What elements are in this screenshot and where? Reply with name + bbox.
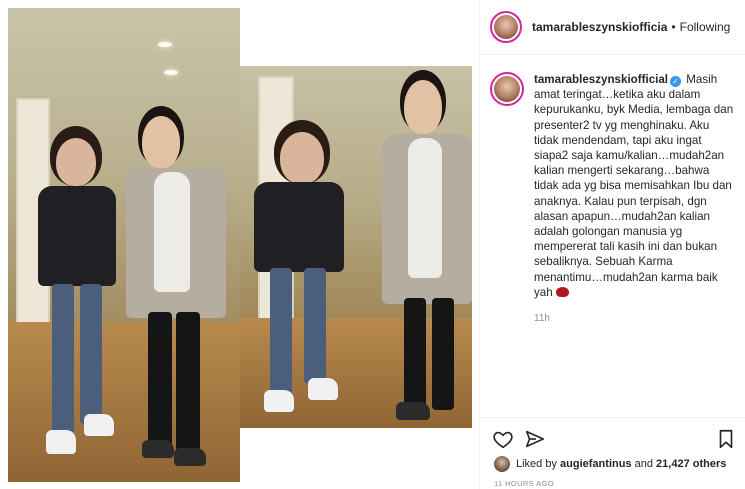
liker-avatar[interactable] bbox=[494, 456, 510, 472]
post-sidebar: tamarableszynskiofficia • Following tama… bbox=[480, 0, 745, 489]
verified-badge-icon: ✓ bbox=[670, 76, 682, 87]
likes-summary: Liked by augiefantinus and 21,427 others bbox=[494, 456, 726, 472]
post-media[interactable] bbox=[0, 0, 480, 489]
header-username[interactable]: tamarableszynskiofficia bbox=[532, 20, 667, 34]
bookmark-icon[interactable] bbox=[715, 428, 737, 450]
photo-right bbox=[240, 66, 472, 428]
person-woman-2 bbox=[254, 132, 354, 422]
red-heart-emoji-icon bbox=[555, 286, 569, 297]
post-timestamp[interactable]: 11 HOURS AGO bbox=[494, 479, 554, 488]
avatar[interactable] bbox=[490, 11, 522, 43]
caption-time: 11h bbox=[534, 313, 550, 324]
likes-and: and bbox=[634, 458, 653, 470]
likes-prefix: Liked by bbox=[516, 458, 557, 470]
following-button[interactable]: Following bbox=[680, 20, 731, 34]
person-woman bbox=[38, 138, 128, 468]
person-man bbox=[126, 116, 236, 466]
separator-dot: • bbox=[671, 20, 676, 34]
photo-left bbox=[8, 8, 240, 482]
person-man-2 bbox=[380, 80, 472, 426]
likes-count[interactable]: 21,427 others bbox=[656, 458, 726, 470]
heart-icon[interactable] bbox=[492, 428, 514, 450]
post-header: tamarableszynskiofficia • Following bbox=[480, 0, 745, 55]
caption-text: tamarableszynskiofficial ✓ Masih amat ter… bbox=[534, 72, 734, 300]
comment-icon[interactable] bbox=[524, 428, 546, 450]
instagram-post: tamarableszynskiofficia • Following tama… bbox=[0, 0, 745, 489]
caption-body: Masih amat teringat…ketika aku dalam kep… bbox=[534, 73, 734, 299]
likes-user[interactable]: augiefantinus bbox=[560, 458, 632, 470]
caption-comment: tamarableszynskiofficial ✓ Masih amat ter… bbox=[490, 72, 735, 300]
action-bar bbox=[480, 417, 745, 457]
caption-avatar[interactable] bbox=[490, 72, 524, 106]
caption-username[interactable]: tamarableszynskiofficial bbox=[534, 73, 668, 86]
